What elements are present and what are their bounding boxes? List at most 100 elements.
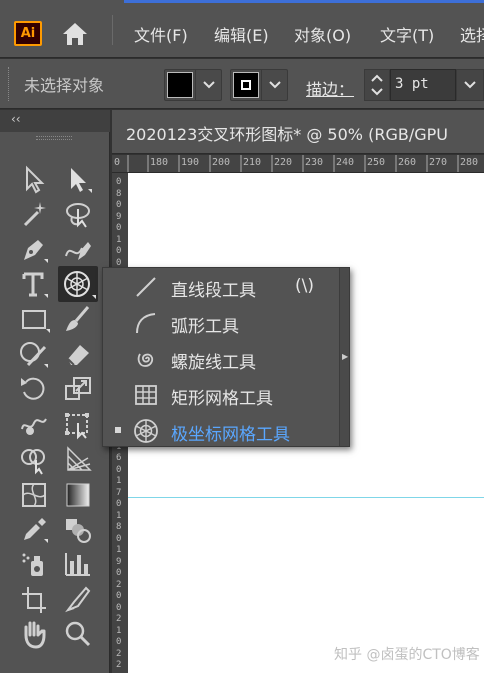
gradient-icon xyxy=(66,483,90,507)
menu-select[interactable]: 选择 xyxy=(460,22,484,46)
fill-color-box[interactable] xyxy=(167,72,193,98)
free-transform-tool[interactable] xyxy=(60,407,96,441)
chevron-right-icon: ▶ xyxy=(342,352,349,361)
control-bar-grip[interactable] xyxy=(8,67,11,101)
ruler-digit: 8 xyxy=(116,188,122,199)
shaper-tool[interactable] xyxy=(16,337,52,371)
hand-tool[interactable] xyxy=(16,617,52,651)
window-accent-line xyxy=(124,0,484,3)
menu-object[interactable]: 对象(O) xyxy=(294,22,351,46)
ruler-tick-label: 240 xyxy=(336,157,355,168)
menu-edit[interactable]: 编辑(E) xyxy=(214,22,269,46)
stroke-dropdown[interactable] xyxy=(261,70,287,100)
pen-nib-icon xyxy=(24,240,48,263)
scale-tool[interactable] xyxy=(60,372,96,406)
flyout-item-shortcut: (\) xyxy=(295,276,314,296)
magic-wand-tool[interactable] xyxy=(16,197,52,231)
mesh-tool[interactable] xyxy=(16,477,52,511)
collapse-panel-button[interactable]: ‹‹ xyxy=(11,112,21,126)
paintbrush-tool[interactable] xyxy=(60,302,96,336)
eraser-tool[interactable] xyxy=(60,337,96,371)
menu-file[interactable]: 文件(F) xyxy=(134,22,188,46)
ruler-tick-label: 200 xyxy=(212,157,231,168)
selected-indicator xyxy=(115,427,121,433)
eraser-icon xyxy=(67,345,89,366)
slice-tool[interactable] xyxy=(60,582,96,616)
pen-tool[interactable] xyxy=(16,232,52,266)
scale-icon xyxy=(65,377,91,400)
shaper-icon xyxy=(20,342,48,368)
artboard-tool[interactable] xyxy=(16,582,52,616)
app-logo: Ai xyxy=(14,21,42,46)
hand-icon xyxy=(24,621,46,649)
tools-panel-grip[interactable] xyxy=(36,136,72,140)
ruler-digit: 0 xyxy=(116,246,122,256)
chevron-down-icon xyxy=(269,81,281,89)
ruler-digit: 2 xyxy=(116,648,122,659)
flyout-item-arc[interactable]: 弧形工具 xyxy=(103,304,339,340)
ruler-digit: 0 xyxy=(116,464,122,475)
stroke-weight-label[interactable]: 描边： xyxy=(306,76,354,100)
blend-tool[interactable] xyxy=(60,512,96,546)
magnifier-icon xyxy=(65,621,91,647)
direct-selection-tool[interactable] xyxy=(60,162,96,196)
ruler-digit: 1 xyxy=(116,234,122,245)
polar-grid-icon xyxy=(133,418,159,444)
home-icon[interactable] xyxy=(60,20,90,48)
ruler-digit: 0 xyxy=(116,533,122,544)
flyout-item-rectangular-grid[interactable]: 矩形网格工具 xyxy=(103,376,339,412)
eyedropper-tool[interactable] xyxy=(16,512,52,546)
type-t-icon xyxy=(22,272,48,298)
ruler-digit: 1 xyxy=(116,510,122,521)
stroke-color-box[interactable] xyxy=(233,72,259,98)
flyout-item-line-segment[interactable]: 直线段工具 (\) xyxy=(103,268,339,304)
flyout-item-label: 螺旋线工具 xyxy=(171,353,256,373)
ruler-digit: 8 xyxy=(116,522,122,532)
flyout-item-spiral[interactable]: 螺旋线工具 xyxy=(103,340,339,376)
stroke-weight-stepper[interactable] xyxy=(364,69,390,101)
ruler-digit: 0 xyxy=(116,257,122,268)
zoom-tool[interactable] xyxy=(60,617,96,651)
perspective-grid-icon xyxy=(67,446,92,471)
selection-tool[interactable] xyxy=(16,162,52,196)
shape-builder-tool[interactable] xyxy=(16,442,52,476)
flyout-item-polar-grid[interactable]: 极坐标网格工具 xyxy=(103,412,339,448)
ruler-tick-label: 260 xyxy=(398,157,417,168)
warp-tool[interactable] xyxy=(16,407,52,441)
ruler-tick-label: 280 xyxy=(460,157,479,168)
guide-line xyxy=(128,497,484,498)
type-tool[interactable] xyxy=(16,267,52,301)
menu-type[interactable]: 文字(T) xyxy=(380,22,434,46)
rectangle-tool[interactable] xyxy=(16,302,52,336)
polar-grid-tool[interactable] xyxy=(58,266,98,302)
perspective-grid-tool[interactable] xyxy=(60,442,96,476)
direct-selection-arrow-icon xyxy=(71,168,92,193)
blend-icon xyxy=(66,519,91,543)
fill-swatch[interactable] xyxy=(164,69,222,101)
ruler-digit: 6 xyxy=(116,453,122,463)
fill-dropdown[interactable] xyxy=(195,70,221,100)
stroke-weight-dropdown[interactable] xyxy=(456,69,484,101)
column-graph-tool[interactable] xyxy=(60,547,96,581)
menu-bar: Ai 文件(F) 编辑(E) 对象(O) 文字(T) 选择 xyxy=(0,0,484,58)
ruler-digit: 9 xyxy=(116,556,122,567)
tools-panel-header: ‹‹ xyxy=(0,110,110,132)
rotate-icon xyxy=(21,377,45,400)
rotate-tool[interactable] xyxy=(16,372,52,406)
lasso-tool[interactable] xyxy=(60,197,96,231)
gradient-tool[interactable] xyxy=(60,477,96,511)
tools-panel: ‹‹ xyxy=(0,110,110,673)
ruler-digit: 1 xyxy=(116,545,122,555)
slice-knife-icon xyxy=(65,586,91,613)
stroke-weight-input[interactable]: 3 pt xyxy=(390,69,456,101)
document-tab[interactable]: 2020123交叉环形图标* @ 50% (RGB/GPU xyxy=(112,110,484,154)
flyout-item-label: 极坐标网格工具 xyxy=(171,425,290,445)
stroke-swatch[interactable] xyxy=(230,69,288,101)
line-segment-icon xyxy=(133,274,159,300)
spiral-icon xyxy=(133,346,159,372)
flyout-tearoff-handle[interactable]: ▶ xyxy=(339,268,349,446)
curvature-tool[interactable] xyxy=(60,232,96,266)
ruler-digit: 0 xyxy=(116,591,122,601)
symbol-sprayer-tool[interactable] xyxy=(16,547,52,581)
ruler-tick-label: 210 xyxy=(243,157,262,168)
